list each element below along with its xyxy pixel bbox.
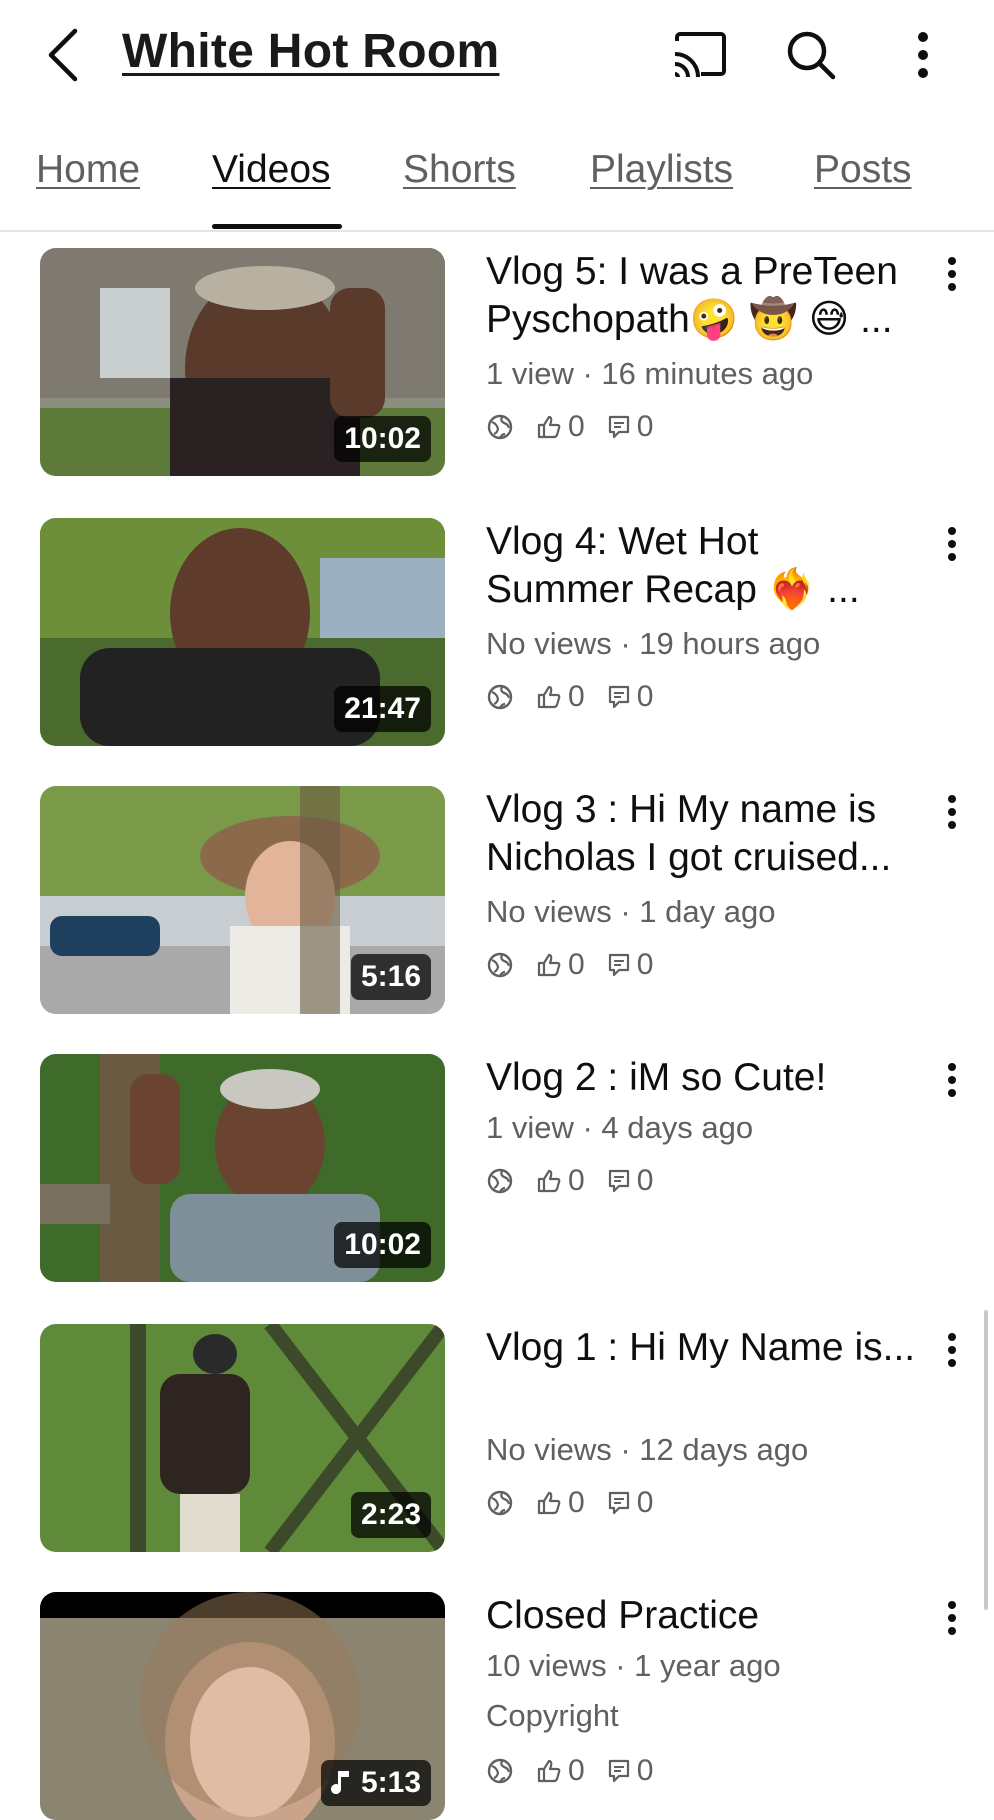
tab-videos[interactable]: Videos [212,148,331,192]
video-meta: No views · 19 hours ago [486,626,821,661]
video-stats: 0 0 [486,680,667,714]
channel-title[interactable]: White Hot Room [122,24,499,79]
video-stats: 0 0 [486,948,667,982]
scrollbar[interactable] [984,1310,988,1610]
video-item[interactable]: 10:02 Vlog 2 : iM so Cute! 1 view · 4 da… [0,1054,994,1284]
video-title[interactable]: Vlog 2 : iM so Cute! [486,1054,916,1102]
comments-count: 0 [607,680,653,714]
thumbs-up-icon [537,415,561,439]
video-meta: 10 views · 1 year ago [486,1648,781,1683]
video-duration: 2:23 [350,1492,431,1538]
video-meta: 1 view · 4 days ago [486,1110,754,1145]
likes-count: 0 [536,410,585,444]
video-duration: 10:02 [334,1222,431,1268]
comments-count: 0 [607,1754,653,1788]
video-duration: 5:13 [320,1760,431,1806]
video-meta: 1 view · 16 minutes ago [486,356,814,391]
comments-count: 0 [607,1486,653,1520]
video-options-icon[interactable] [932,1328,972,1372]
globe-icon [486,1757,514,1785]
likes-count: 0 [536,680,585,714]
video-thumbnail[interactable]: 21:47 [40,518,445,746]
tab-playlists[interactable]: Playlists [590,148,733,192]
likes-count: 0 [536,1164,585,1198]
video-options-icon[interactable] [932,1058,972,1102]
copyright-label: Copyright [486,1698,619,1733]
video-thumbnail[interactable]: 2:23 [40,1324,445,1552]
video-stats: 0 0 [486,410,667,444]
comments-count: 0 [607,948,653,982]
tab-posts[interactable]: Posts [814,148,912,192]
video-options-icon[interactable] [932,790,972,834]
thumbs-up-icon [537,1759,561,1783]
comment-icon [608,1759,629,1783]
video-item[interactable]: 5:16 Vlog 3 : Hi My name is Nicholas I g… [0,786,994,1016]
globe-icon [486,413,514,441]
video-options-icon[interactable] [932,252,972,296]
video-title[interactable]: Vlog 3 : Hi My name is Nicholas I got cr… [486,786,916,882]
thumbs-up-icon [537,953,561,977]
video-meta: No views · 12 days ago [486,1432,809,1467]
video-title[interactable]: Closed Practice [486,1592,916,1640]
likes-count: 0 [536,1754,585,1788]
video-thumbnail[interactable]: 10:02 [40,248,445,476]
video-stats: 0 0 [486,1754,667,1788]
comment-icon [608,415,629,439]
video-item[interactable]: 10:02 Vlog 5: I was a PreTeen Pyschopath… [0,248,994,478]
likes-count: 0 [536,948,585,982]
channel-tabs: Home Videos Shorts Playlists Posts [0,130,994,232]
music-note-icon [330,1771,349,1795]
comments-count: 0 [607,1164,653,1198]
thumbs-up-icon [537,1169,561,1193]
tab-shorts[interactable]: Shorts [403,148,516,192]
back-arrow-icon[interactable] [36,22,88,88]
thumbs-up-icon [537,1491,561,1515]
globe-icon [486,951,514,979]
thumbs-up-icon [537,685,561,709]
likes-count: 0 [536,1486,585,1520]
video-title[interactable]: Vlog 5: I was a PreTeen Pyschopath🤪 🤠 😅 … [486,248,916,344]
comment-icon [608,1169,629,1193]
video-item[interactable]: 2:23 Vlog 1 : Hi My Name is... No views … [0,1324,994,1554]
video-duration: 5:16 [350,954,431,1000]
search-icon[interactable] [778,22,844,88]
video-item[interactable]: 21:47 Vlog 4: Wet Hot Summer Recap ❤️‍🔥 … [0,518,994,748]
video-duration: 10:02 [334,416,431,462]
globe-icon [486,1489,514,1517]
video-stats: 0 0 [486,1164,667,1198]
globe-icon [486,683,514,711]
active-tab-indicator [212,224,342,229]
more-vert-icon[interactable] [890,22,956,88]
comment-icon [608,685,629,709]
top-app-bar: White Hot Room [0,0,994,112]
comments-count: 0 [607,410,653,444]
video-item[interactable]: 5:13 Closed Practice 10 views · 1 year a… [0,1592,994,1820]
video-meta: No views · 1 day ago [486,894,776,929]
video-thumbnail[interactable]: 5:13 [40,1592,445,1820]
tab-home[interactable]: Home [36,148,140,192]
video-title[interactable]: Vlog 4: Wet Hot Summer Recap ❤️‍🔥 ... [486,518,916,614]
video-options-icon[interactable] [932,522,972,566]
video-duration: 21:47 [334,686,431,732]
cast-icon[interactable] [666,22,732,88]
video-thumbnail[interactable]: 5:16 [40,786,445,1014]
video-title[interactable]: Vlog 1 : Hi My Name is... [486,1324,916,1372]
comment-icon [608,953,629,977]
video-options-icon[interactable] [932,1596,972,1640]
globe-icon [486,1167,514,1195]
video-thumbnail[interactable]: 10:02 [40,1054,445,1282]
comment-icon [608,1491,629,1515]
video-stats: 0 0 [486,1486,667,1520]
